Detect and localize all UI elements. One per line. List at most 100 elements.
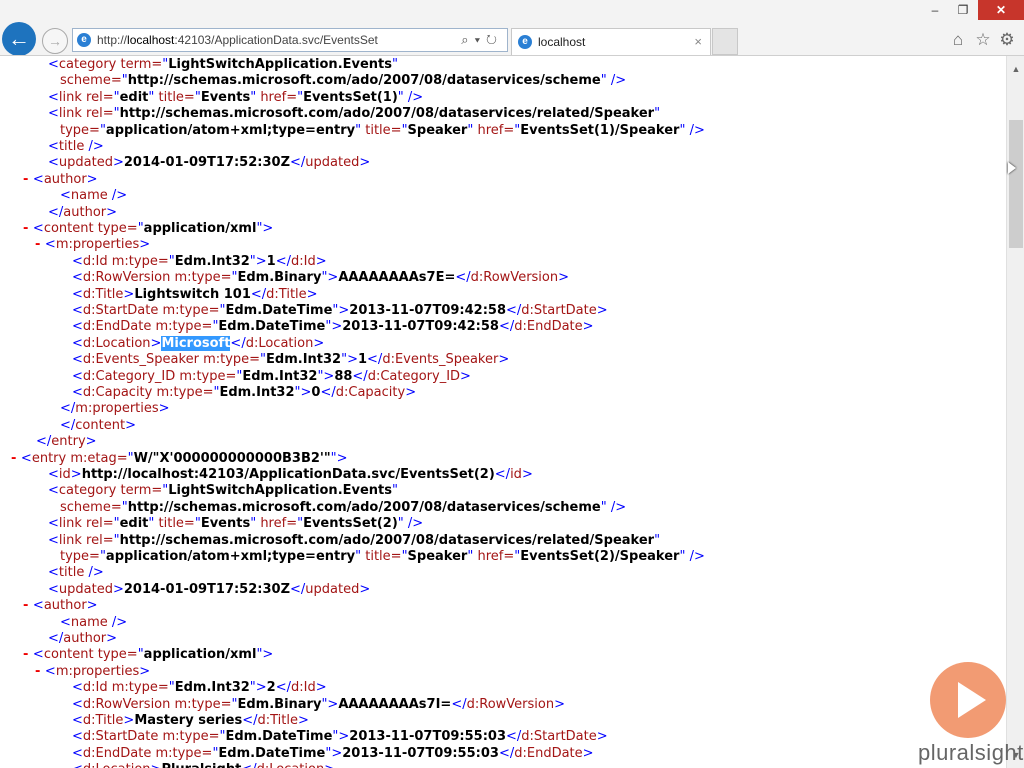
xml-token: <	[32, 171, 44, 187]
xml-token: >	[315, 680, 327, 696]
collapse-toggle[interactable]: -	[23, 221, 33, 236]
xml-token: http://schemas.microsoft.com/ado/2007/08…	[119, 106, 655, 122]
xml-token: m:type=	[152, 385, 214, 400]
home-icon[interactable]: ⌂	[948, 30, 968, 50]
back-arrow-icon[interactable]: ←	[2, 22, 36, 56]
xml-token: <	[72, 319, 83, 335]
xml-token: >	[315, 253, 327, 269]
xml-token: />	[107, 188, 128, 204]
xml-token: <	[48, 565, 59, 581]
xml-line: <title />	[48, 565, 104, 581]
forward-arrow-icon[interactable]: →	[42, 28, 68, 54]
xml-token: >	[313, 335, 325, 351]
xml-token: <	[72, 745, 83, 761]
xml-token: entry	[51, 434, 86, 450]
xml-token: >	[582, 319, 594, 335]
xml-token: updated	[305, 581, 360, 597]
xml-token: >	[106, 631, 118, 646]
xml-token: Edm.Int32	[242, 368, 318, 384]
xml-token: <	[48, 532, 59, 548]
xml-token: <	[48, 89, 59, 105]
xml-token: name	[70, 188, 108, 204]
gear-icon[interactable]: ⚙	[997, 30, 1017, 50]
xml-token: Edm.DateTime	[225, 303, 333, 318]
xml-token: term=	[116, 483, 163, 499]
collapse-toggle[interactable]: -	[23, 647, 33, 662]
xml-token: </	[60, 401, 76, 417]
xml-token: " />	[600, 73, 627, 89]
tab-localhost[interactable]: e localhost ×	[511, 28, 711, 55]
scroll-thumb[interactable]	[1009, 120, 1023, 248]
xml-token: <	[72, 303, 83, 318]
maximize-icon[interactable]: ❐	[948, 0, 978, 20]
close-icon[interactable]: ✕	[978, 0, 1024, 20]
collapse-toggle[interactable]: -	[35, 237, 45, 252]
xml-token: Edm.Binary	[237, 696, 322, 712]
collapse-toggle[interactable]: -	[11, 451, 21, 466]
xml-token: d:Id	[291, 680, 316, 696]
xml-token: title	[58, 565, 85, 581]
refresh-icon[interactable]: ↻	[486, 32, 503, 47]
xml-line: <updated>2014-01-09T17:52:30Z</updated>	[48, 582, 370, 598]
xml-token: <	[72, 253, 83, 269]
xml-token: ">	[321, 270, 339, 286]
collapse-toggle[interactable]: -	[23, 172, 33, 187]
xml-token: <	[48, 106, 59, 122]
xml-token: d:Category_ID	[367, 368, 461, 384]
xml-token: </	[48, 631, 64, 646]
xml-token: d:StartDate	[82, 303, 159, 318]
star-icon[interactable]: ☆	[973, 30, 993, 50]
xml-token: LightSwitchApplication.Events	[168, 483, 393, 499]
xml-line: - <m:properties>	[35, 237, 150, 253]
scroll-up-icon[interactable]: ▲	[1007, 64, 1024, 74]
xml-token: d:EndDate	[82, 319, 152, 335]
collapse-toggle[interactable]: -	[23, 598, 33, 613]
xml-token: m:type=	[151, 745, 213, 761]
xml-token: ">	[330, 450, 348, 466]
xml-token: >	[106, 204, 118, 220]
xml-token: " />	[600, 499, 627, 515]
xml-token: "	[392, 483, 398, 499]
xml-token: >	[498, 352, 510, 368]
address-bar[interactable]: e http://localhost:42103/ApplicationData…	[72, 28, 508, 52]
tab-close-icon[interactable]: ×	[694, 29, 702, 55]
xml-token: Speaker	[407, 122, 468, 138]
xml-token: ">	[332, 729, 350, 745]
new-tab-button[interactable]	[712, 28, 738, 55]
xml-line: - <m:properties>	[35, 664, 150, 680]
xml-token: <	[32, 598, 44, 614]
xml-token: id	[510, 467, 522, 482]
xml-token: Edm.DateTime	[225, 729, 333, 745]
xml-token: <	[72, 729, 83, 745]
xml-token: title=	[154, 89, 195, 105]
xml-token: m:type=	[198, 352, 261, 368]
minimize-icon[interactable]: –	[920, 0, 950, 20]
xml-token: href=	[256, 516, 298, 532]
xml-line: <d:RowVersion m:type="Edm.Binary">AAAAAA…	[72, 270, 569, 286]
xml-token: author	[63, 204, 107, 220]
xml-token: >	[123, 713, 135, 728]
xml-token: <	[72, 762, 83, 768]
xml-token: "	[654, 106, 661, 122]
xml-token: </	[290, 155, 306, 171]
xml-token: ">	[325, 745, 343, 761]
ie-favicon-icon: e	[518, 35, 532, 49]
xml-token: </	[250, 286, 267, 302]
xml-token: <	[32, 647, 44, 663]
xml-token: d:Location	[257, 762, 325, 768]
dropdown-icon[interactable]: ▾	[475, 32, 486, 47]
xml-token: " />	[679, 549, 705, 564]
xml-token: d:Id	[291, 253, 316, 269]
xml-line: <name />	[60, 188, 127, 204]
xml-token: >	[324, 762, 335, 768]
xml-token: <	[48, 581, 59, 597]
xml-token: title	[58, 139, 85, 154]
xml-token: <	[32, 221, 44, 236]
xml-line: <id>http://localhost:42103/ApplicationDa…	[48, 467, 533, 483]
collapse-toggle[interactable]: -	[35, 664, 45, 679]
search-icon[interactable]: ⌕	[461, 32, 474, 47]
xml-line: <d:Id m:type="Edm.Int32">2</d:Id>	[72, 680, 327, 696]
xml-token: Edm.Int32	[219, 385, 295, 400]
xml-token: d:EndDate	[514, 745, 583, 761]
xml-token: link	[58, 89, 82, 105]
